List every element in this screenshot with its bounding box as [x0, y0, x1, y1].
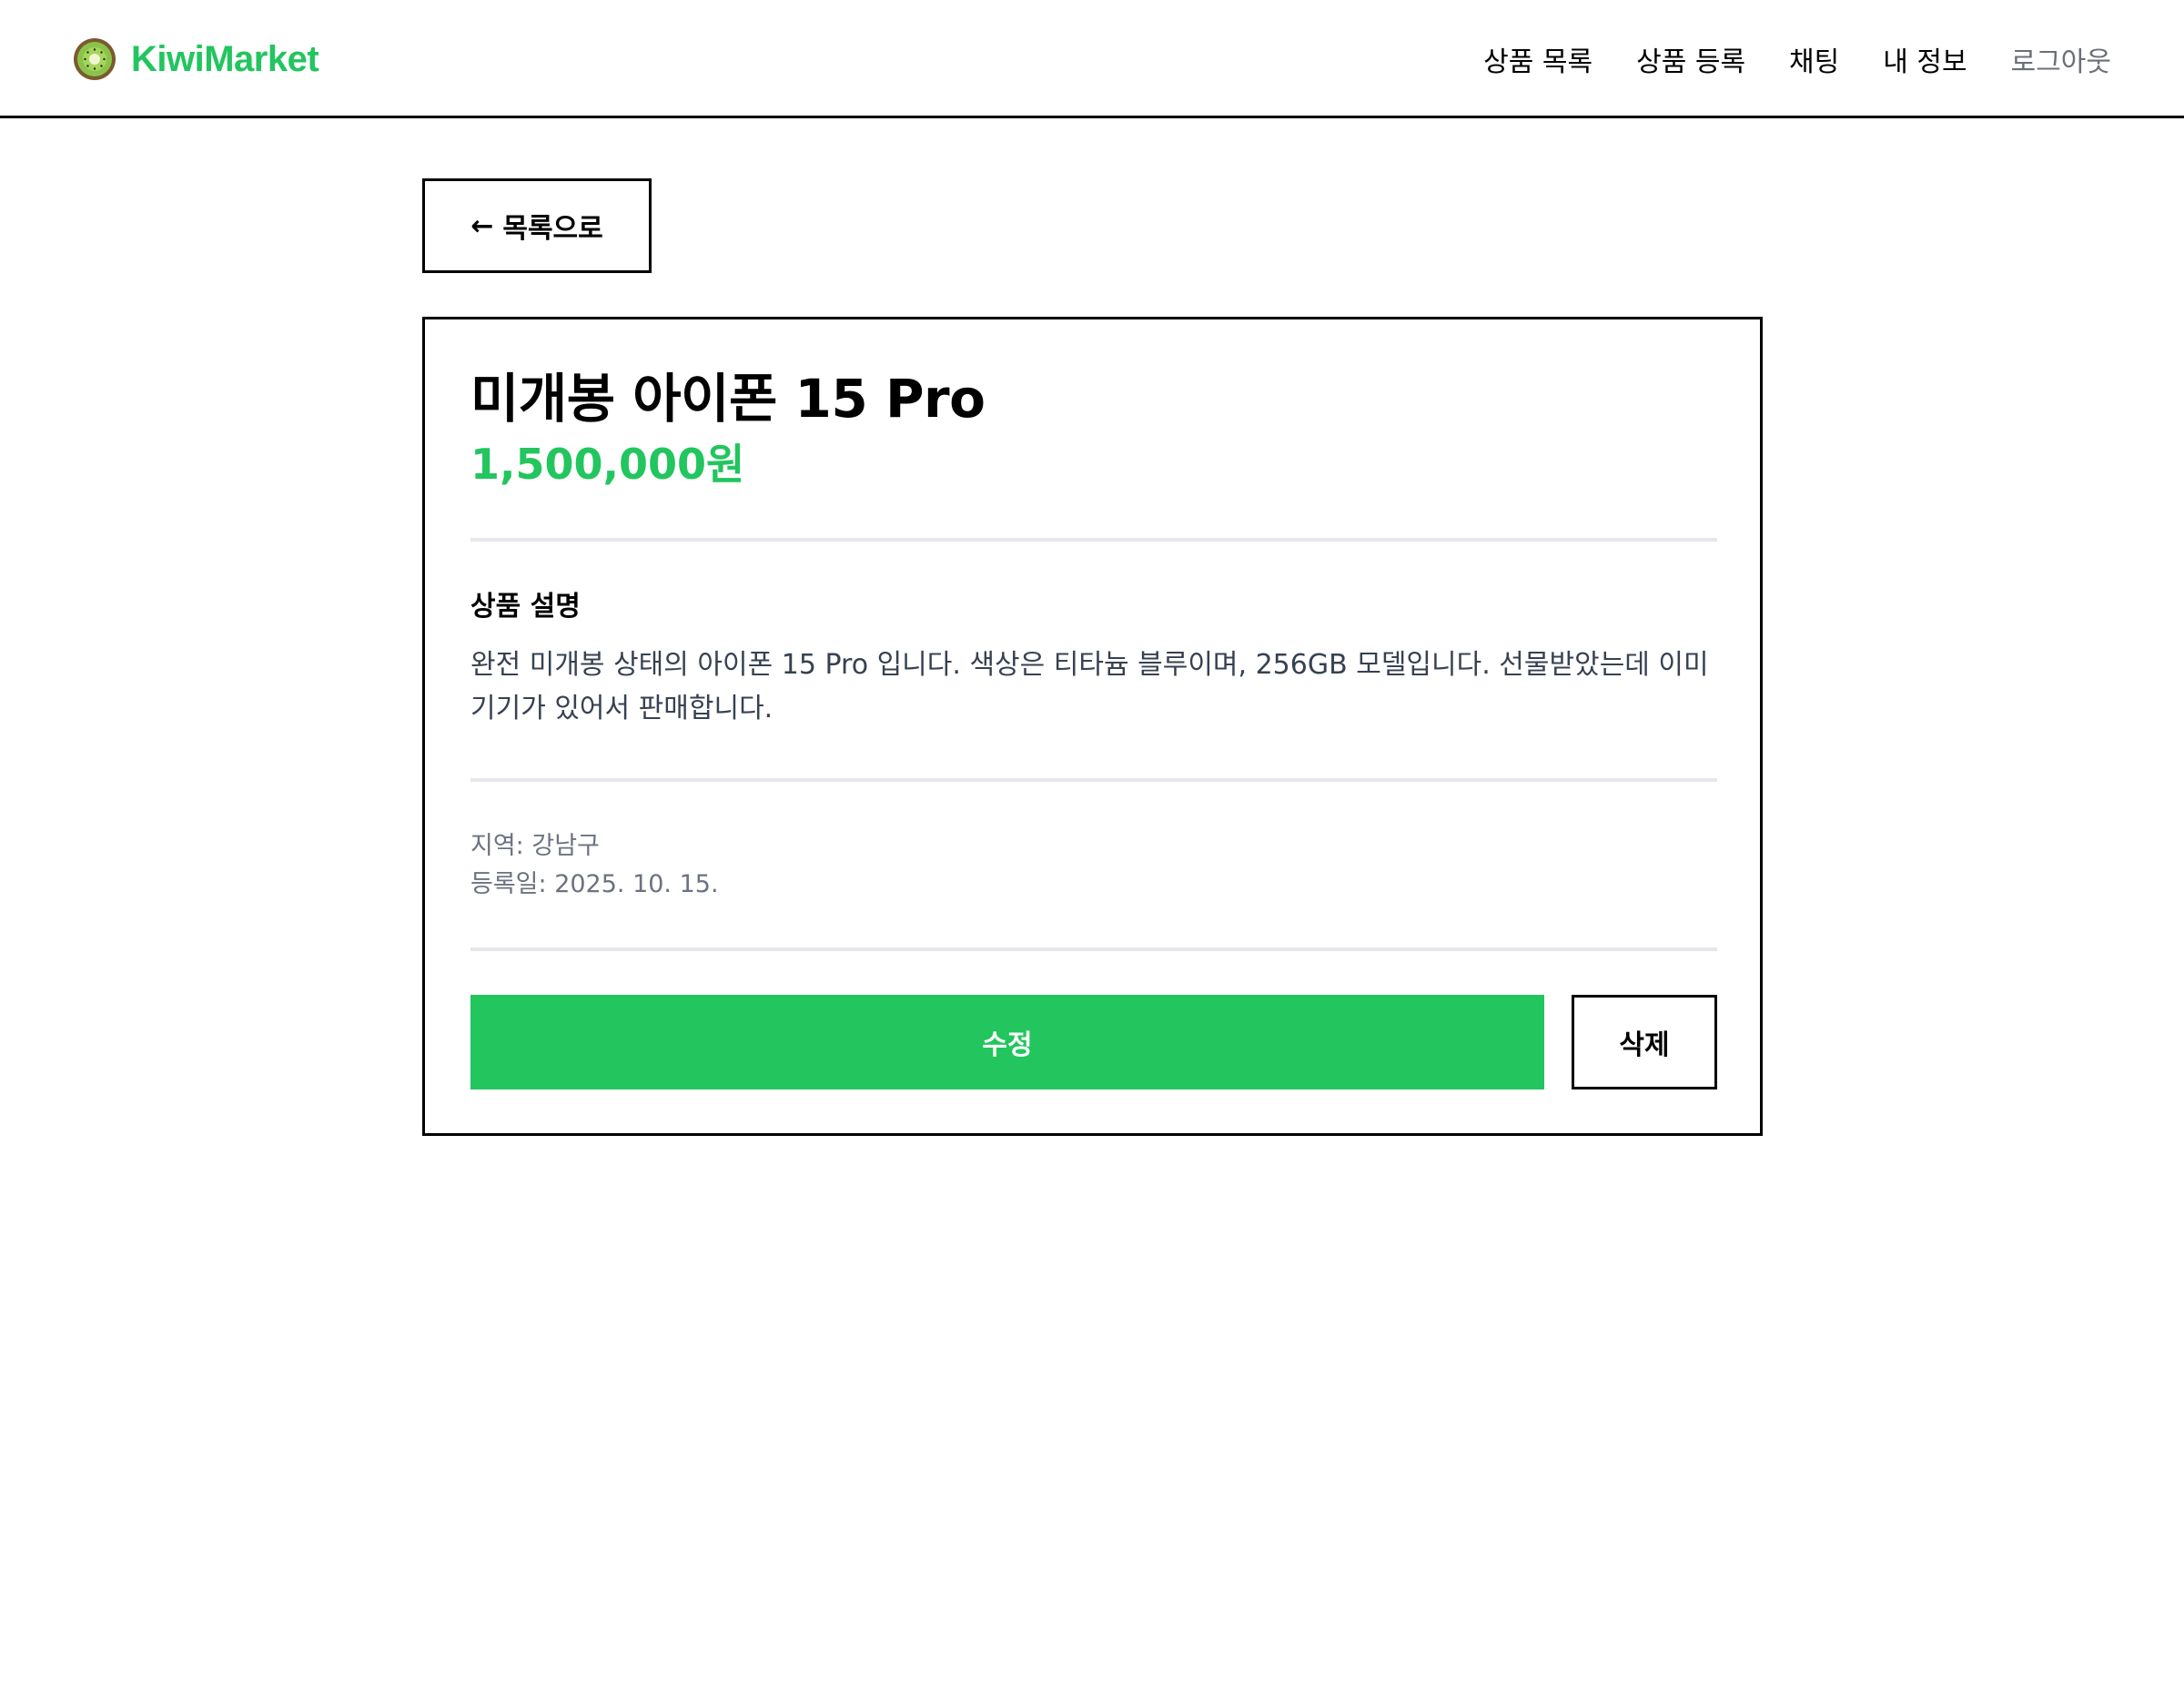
top-header: KiwiMarket 상품 목록 상품 등록 채팅 내 정보 로그아웃 [0, 0, 2184, 118]
back-button-label: 목록으로 [502, 213, 603, 245]
product-detail-content: 미개봉 아이폰 15 Pro 1,500,000원 상품 설명 완전 미개봉 상… [470, 365, 1717, 1089]
product-detail-card: 미개봉 아이폰 15 Pro 1,500,000원 상품 설명 완전 미개봉 상… [422, 317, 1763, 1136]
product-description: 완전 미개봉 상태의 아이폰 15 Pro 입니다. 색상은 티타늄 블루이며,… [470, 649, 1709, 724]
main-nav: 상품 목록 상품 등록 채팅 내 정보 로그아웃 [1483, 35, 2111, 84]
kiwi-icon [74, 38, 116, 80]
arrow-left-icon: ← [470, 209, 494, 242]
product-location: 지역: 강남구 [470, 832, 600, 860]
divider [470, 947, 1717, 951]
divider [470, 778, 1717, 782]
delete-button[interactable]: 삭제 [1572, 995, 1717, 1089]
edit-button[interactable]: 수정 [470, 995, 1544, 1089]
product-title: 미개봉 아이폰 15 Pro [470, 368, 986, 430]
product-price: 1,500,000원 [470, 440, 745, 489]
nav-product-list[interactable]: 상품 목록 [1483, 39, 1592, 79]
product-meta: 지역: 강남구 등록일: 2025. 10. 15. [470, 827, 1717, 904]
divider [470, 538, 1717, 542]
description-heading: 상품 설명 [470, 591, 581, 623]
logo-text[interactable]: KiwiMarket [131, 39, 319, 80]
nav-chat[interactable]: 채팅 [1789, 39, 1839, 79]
back-to-list-button[interactable]: ← 목록으로 [422, 178, 652, 273]
product-registered-date: 등록일: 2025. 10. 15. [470, 870, 719, 898]
nav-logout[interactable]: 로그아웃 [2011, 39, 2111, 79]
nav-product-register[interactable]: 상품 등록 [1636, 39, 1745, 79]
nav-my-info[interactable]: 내 정보 [1883, 39, 1967, 79]
logo[interactable]: KiwiMarket [73, 35, 319, 84]
action-buttons: 수정 삭제 [470, 995, 1717, 1089]
